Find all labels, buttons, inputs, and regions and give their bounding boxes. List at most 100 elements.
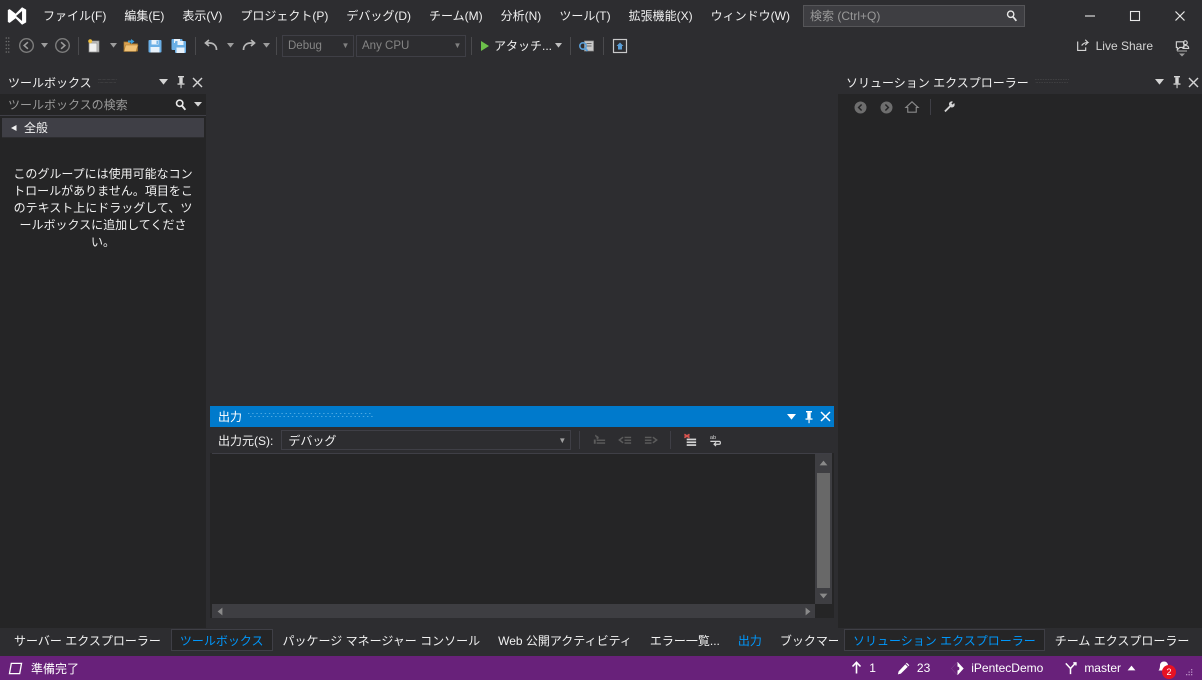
- panel-grip-icon[interactable]: [1034, 70, 1145, 94]
- solution-configuration-combo[interactable]: Debug ▼: [282, 34, 354, 57]
- output-content-region: [212, 453, 832, 618]
- quick-launch-search[interactable]: [803, 5, 1025, 27]
- maximize-icon[interactable]: [1112, 0, 1157, 31]
- find-in-files-icon[interactable]: [575, 34, 599, 58]
- outgoing-commits[interactable]: 1: [840, 656, 886, 680]
- panel-grip-icon[interactable]: [248, 405, 777, 429]
- live-preview-icon[interactable]: [608, 34, 632, 58]
- scroll-up-arrow-icon[interactable]: [815, 454, 832, 471]
- save-all-icon[interactable]: [167, 34, 191, 58]
- magnifier-icon[interactable]: [172, 94, 189, 116]
- toolbox-group-label: 全般: [24, 121, 49, 135]
- solution-explorer-tree[interactable]: [838, 120, 1202, 628]
- chevron-up-icon[interactable]: [1127, 665, 1136, 671]
- chevron-down-icon[interactable]: [552, 34, 564, 58]
- menu-item-view[interactable]: 表示(V): [173, 0, 231, 31]
- toolbox-pin-icon[interactable]: [172, 71, 189, 93]
- new-project-dropdown-icon[interactable]: [107, 34, 119, 58]
- home-icon[interactable]: [900, 96, 924, 118]
- tab-toolbox[interactable]: ツールボックス: [170, 629, 273, 651]
- undo-icon[interactable]: [200, 34, 224, 58]
- search-input[interactable]: [804, 9, 1000, 23]
- output-pin-icon[interactable]: [800, 407, 817, 427]
- clear-all-icon[interactable]: [679, 429, 701, 451]
- save-icon[interactable]: [143, 34, 167, 58]
- menu-item-window[interactable]: ウィンドウ(W): [702, 0, 799, 31]
- repository[interactable]: iPentecDemo: [940, 656, 1053, 680]
- menu-item-analyze[interactable]: 分析(N): [492, 0, 551, 31]
- output-dropdown-icon[interactable]: [783, 407, 800, 427]
- chevron-down-icon[interactable]: ▼: [450, 41, 465, 50]
- outgoing-commits-count: 1: [869, 661, 876, 675]
- tab-team-explorer[interactable]: チーム エクスプローラー: [1047, 629, 1198, 651]
- output-horizontal-scrollbar[interactable]: [212, 604, 815, 618]
- menu-item-team[interactable]: チーム(M): [420, 0, 492, 31]
- branch-name: master: [1084, 661, 1121, 675]
- solution-explorer-dropdown-icon[interactable]: [1151, 71, 1168, 93]
- menu-item-project[interactable]: プロジェクト(P): [231, 0, 337, 31]
- live-share-button[interactable]: Live Share: [1070, 34, 1160, 57]
- toolbox-dropdown-icon[interactable]: [155, 71, 172, 93]
- tab-error-list[interactable]: エラー一覧...: [642, 629, 728, 651]
- status-bar-right: 1 23 iPentecDemo master 2: [840, 656, 1202, 680]
- scroll-right-arrow-icon[interactable]: [800, 604, 815, 618]
- find-message-icon[interactable]: [588, 429, 610, 451]
- chevron-down-icon[interactable]: ▼: [554, 436, 570, 445]
- open-file-icon[interactable]: [119, 34, 143, 58]
- go-to-next-message-icon[interactable]: [640, 429, 662, 451]
- branch[interactable]: master: [1053, 656, 1146, 680]
- solution-platform-combo[interactable]: Any CPU ▼: [356, 34, 466, 57]
- navigate-forward-icon[interactable]: [50, 34, 74, 58]
- toolbox-search-input[interactable]: [0, 97, 172, 112]
- tab-package-manager-console[interactable]: パッケージ マネージャー コンソール: [275, 629, 489, 651]
- close-icon[interactable]: [1157, 0, 1202, 31]
- undo-dropdown-icon[interactable]: [224, 34, 236, 58]
- panel-grip-icon[interactable]: [97, 70, 149, 94]
- toolbox-search[interactable]: [0, 94, 206, 116]
- menu-item-extensions[interactable]: 拡張機能(X): [620, 0, 702, 31]
- menu-item-edit[interactable]: 編集(E): [115, 0, 173, 31]
- toolbox-close-icon[interactable]: [189, 71, 206, 93]
- output-text[interactable]: [216, 457, 814, 602]
- menu-item-tools[interactable]: ツール(T): [550, 0, 619, 31]
- scroll-down-arrow-icon[interactable]: [815, 587, 832, 604]
- tab-output[interactable]: 出力: [730, 629, 770, 651]
- solution-explorer-pin-icon[interactable]: [1168, 71, 1185, 93]
- magnifier-icon[interactable]: [1000, 9, 1024, 23]
- tab-server-explorer[interactable]: サーバー エクスプローラー: [6, 629, 169, 651]
- menu-item-file[interactable]: ファイル(F): [34, 0, 115, 31]
- forward-circle-icon[interactable]: [874, 96, 898, 118]
- navigate-back-icon[interactable]: [14, 34, 38, 58]
- tab-web-publish-activity[interactable]: Web 公開アクティビティ: [490, 629, 640, 651]
- menu-item-debug[interactable]: デバッグ(D): [337, 0, 420, 31]
- notifications[interactable]: 2: [1146, 656, 1182, 680]
- menu-items: ファイル(F) 編集(E) 表示(V) プロジェクト(P) デバッグ(D) チー…: [34, 0, 870, 31]
- go-to-previous-message-icon[interactable]: [614, 429, 636, 451]
- toolbox-empty-message: このグループには使用可能なコントロールがありません。項目をこのテキスト上にドラッ…: [13, 167, 193, 249]
- attach-debugger-button[interactable]: アタッチ...: [476, 34, 566, 58]
- resize-grip-icon[interactable]: [1182, 656, 1196, 680]
- pending-changes[interactable]: 23: [886, 656, 940, 680]
- tab-solution-explorer[interactable]: ソリューション エクスプローラー: [844, 629, 1045, 651]
- output-vertical-scrollbar[interactable]: [815, 454, 832, 604]
- wrench-icon[interactable]: [937, 96, 961, 118]
- triangle-expander-icon[interactable]: [10, 124, 18, 132]
- scroll-left-arrow-icon[interactable]: [212, 604, 227, 618]
- redo-dropdown-icon[interactable]: [260, 34, 272, 58]
- drag-grip-icon[interactable]: [0, 31, 14, 60]
- back-circle-icon[interactable]: [848, 96, 872, 118]
- redo-icon[interactable]: [236, 34, 260, 58]
- toggle-word-wrap-icon[interactable]: ab: [705, 429, 727, 451]
- solution-explorer-header: ソリューション エクスプローラー: [838, 70, 1202, 94]
- chevron-down-icon[interactable]: ▼: [338, 41, 353, 50]
- toolbox-group-general[interactable]: 全般: [2, 118, 204, 138]
- output-source-combo[interactable]: デバッグ ▼: [281, 430, 572, 450]
- minimize-icon[interactable]: [1067, 0, 1112, 31]
- scrollbar-thumb[interactable]: [817, 473, 830, 588]
- send-feedback-icon[interactable]: [1170, 34, 1194, 58]
- output-close-icon[interactable]: [817, 407, 834, 427]
- new-project-icon[interactable]: [83, 34, 107, 58]
- toolbox-search-options-icon[interactable]: [189, 94, 206, 116]
- navigate-back-dropdown-icon[interactable]: [38, 34, 50, 58]
- solution-explorer-close-icon[interactable]: [1185, 71, 1202, 93]
